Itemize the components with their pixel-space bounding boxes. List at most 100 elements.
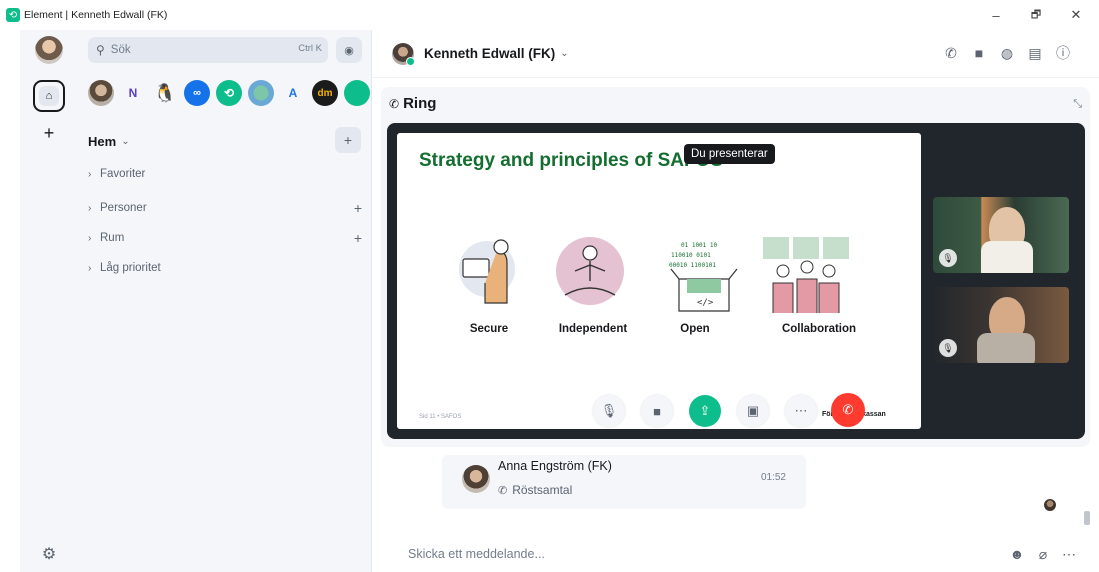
add-room-button[interactable]: + [335,127,361,153]
slide-footer-page: Sid 11 • SAFOS [419,414,462,420]
microphone-button[interactable]: 🎙 [593,395,625,427]
more-options-icon[interactable]: ⋯ [1060,545,1078,563]
space-infinity-icon[interactable]: ∞ [184,80,210,106]
section-label: Låg prioritet [100,262,161,274]
shared-screen-slide: Strategy and principles of SAFOS </> 01 … [397,133,921,429]
home-label: Hem [88,133,117,149]
space-element-icon[interactable]: ⟲ [216,80,242,106]
home-header[interactable]: Hem ⌄ [88,130,372,152]
call-info: ✆ Röstsamtal [498,483,572,497]
call-controls: 🎙 ■ ⇪ ▣ ⋯ ✆ [593,393,893,429]
call-title: ✆ Ring [389,95,436,112]
presenting-tooltip: Du presenterar [684,144,775,164]
room-avatar[interactable] [392,42,415,66]
phone-icon: ✆ [498,484,508,497]
search-icon: ⚲ [96,43,105,57]
info-icon[interactable]: ⓘ [1054,44,1072,62]
space-n[interactable]: N [120,80,146,106]
emoji-icon[interactable]: ☻ [1008,545,1026,563]
scrollbar-thumb[interactable] [1084,511,1090,525]
close-window-button[interactable]: ✕ [1066,6,1086,24]
space-partial[interactable] [344,80,370,106]
read-receipt-avatar[interactable] [1044,499,1056,511]
search-placeholder: Sök [110,44,131,56]
window-title: Element | Kenneth Edwall (FK) [24,9,168,21]
call-type-label: Röstsamtal [512,483,573,497]
chat-icon[interactable]: ▤ [1026,44,1044,62]
create-space-button[interactable]: + [41,124,57,142]
section-rum[interactable]: › Rum + [88,228,362,248]
add-person-icon[interactable]: + [354,200,362,216]
svg-text:110010 0101: 110010 0101 [671,252,711,259]
message-composer[interactable]: Skicka ett meddelande... ☻ ⌀ ⋯ [372,536,1099,572]
element-app: ⟲ Element | Kenneth Edwall (FK) – 🗗 ✕ ⌂ … [0,0,1099,572]
phone-icon[interactable]: ✆ [942,44,960,62]
room-view: Kenneth Edwall (FK) ⌄ ✆ ■ ◍ ▤ ⓘ ✆ Ring ⤡… [372,30,1099,572]
space-panel: ⌂ + ⚙ [20,30,78,572]
section-label: Rum [100,232,125,244]
search-input[interactable]: ⚲ Sök Ctrl K [88,37,328,63]
explore-rooms-compass-icon[interactable]: ◉ [336,37,362,63]
principle-open: Open [680,323,710,335]
section-favoriter[interactable]: › Favoriter [88,164,362,184]
chevron-right-icon: › [88,232,92,244]
chevron-down-icon: ⌄ [121,135,130,147]
call-view: Strategy and principles of SAFOS </> 01 … [387,123,1085,439]
hangup-button[interactable]: ✆ [831,393,865,427]
restore-button[interactable]: 🗗 [1026,6,1046,24]
room-name[interactable]: Kenneth Edwall (FK) [424,46,555,61]
screenshare-button[interactable]: ⇪ [689,395,721,427]
video-icon[interactable]: ■ [970,44,988,62]
chevron-right-icon: › [88,262,92,274]
home-space-button[interactable]: ⌂ [33,80,65,112]
space-dm[interactable]: dm [312,80,338,106]
space-a[interactable]: A [280,80,306,106]
secure-illustration-icon [459,239,515,304]
call-panel: ✆ Ring ⤡ Strategy and principles of SAFO… [381,87,1090,447]
independent-illustration-icon [556,237,624,305]
user-avatar[interactable] [35,36,63,64]
expand-icon[interactable]: ⤡ [1073,98,1082,111]
event-timestamp: 01:52 [760,472,786,483]
call-event-tile: Anna Engström (FK) 01:52 ✆ Röstsamtal [442,455,806,509]
quick-settings-gear-icon[interactable]: ⚙ [39,544,59,564]
room-list-panel: ⚲ Sök Ctrl K ◉ N 🐧 ∞ ⟲ A dm Hem ⌄ + › Fa… [78,30,372,572]
minimize-button[interactable]: – [986,6,1006,24]
call-title-text: Ring [403,95,437,112]
composer-placeholder: Skicka ett meddelande... [408,547,545,561]
collaboration-illustration-icon [763,237,849,313]
space-avatar-photo[interactable] [88,80,114,106]
attachment-icon[interactable]: ⌀ [1034,545,1052,563]
svg-text:00010 1100101: 00010 1100101 [669,262,716,269]
space-linux-tux-icon[interactable]: 🐧 [152,80,178,106]
principle-collaboration: Collaboration [781,323,857,335]
sender-avatar[interactable] [462,465,490,493]
participant-shirt [977,333,1035,363]
svg-text:01 1001 10: 01 1001 10 [681,242,718,249]
section-label: Favoriter [100,168,146,180]
participant-tile-1[interactable]: 🎙 [933,197,1069,273]
participant-shirt [981,241,1033,273]
principle-secure: Secure [469,323,509,335]
section-label: Personer [100,202,147,214]
principle-independent: Independent [558,323,628,335]
add-room-icon[interactable]: + [354,230,362,246]
title-bar: ⟲ Element | Kenneth Edwall (FK) – 🗗 ✕ [0,0,1099,30]
camera-button[interactable]: ■ [641,395,673,427]
more-options-button[interactable]: ⋯ [785,395,817,427]
sidebar-toggle-button[interactable]: ▣ [737,395,769,427]
threads-icon[interactable]: ◍ [998,44,1016,62]
element-logo-icon: ⟲ [6,8,20,22]
section-personer[interactable]: › Personer + [88,198,362,218]
slide-title: Strategy and principles of SAFOS [419,150,724,171]
mic-muted-icon: 🎙 [939,339,957,357]
chevron-down-icon[interactable]: ⌄ [560,48,568,59]
sender-name[interactable]: Anna Engström (FK) [498,459,612,473]
chevron-right-icon: › [88,202,92,214]
open-illustration-icon: </> 01 1001 10 110010 0101 00010 1100101 [669,242,738,312]
search-shortcut: Ctrl K [298,43,322,54]
section-lag-prioritet[interactable]: › Låg prioritet [88,258,362,278]
participant-tile-2[interactable]: 🎙 [933,287,1069,363]
space-globe-icon[interactable] [248,80,274,106]
home-icon: ⌂ [39,86,59,106]
